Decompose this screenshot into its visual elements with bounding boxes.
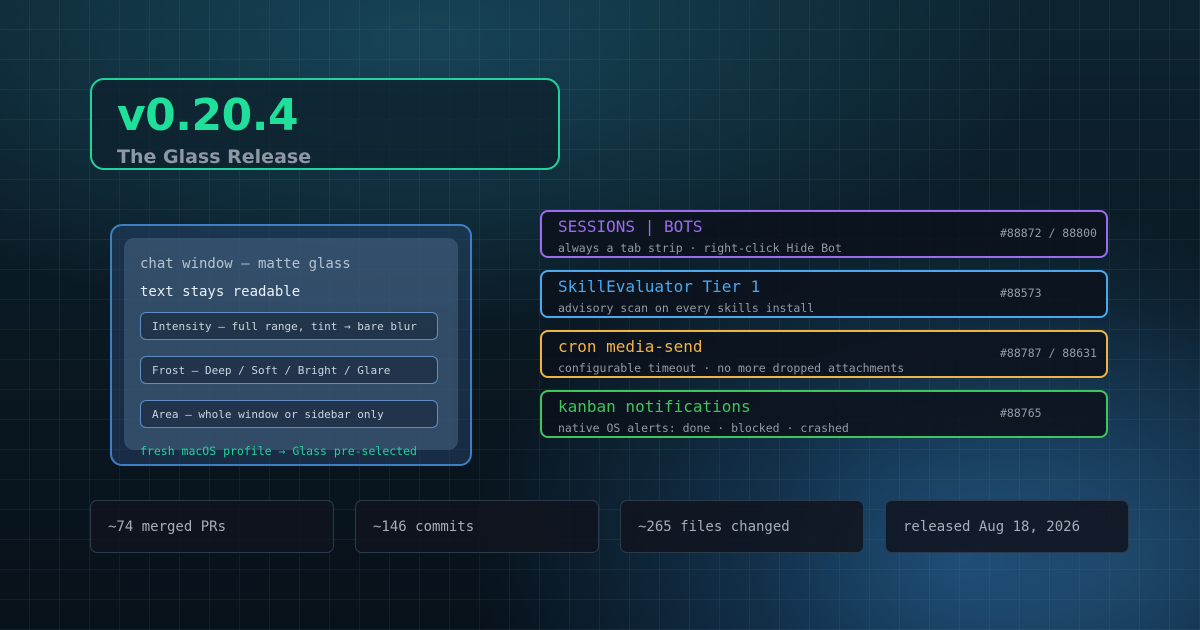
feature-title: cron media-send: [558, 337, 703, 356]
option-frost[interactable]: Frost — Deep / Soft / Bright / Glare: [140, 356, 438, 384]
option-area[interactable]: Area — whole window or sidebar only: [140, 400, 438, 428]
feature-description: configurable timeout · no more dropped a…: [558, 361, 905, 375]
feature-pr-ref: #88872 / 88800: [1000, 226, 1097, 240]
chat-window-preview: chat window — matte glass text stays rea…: [124, 238, 458, 450]
version-card: v0.20.4 The Glass Release: [90, 78, 560, 170]
option-intensity[interactable]: Intensity — full range, tint → bare blur: [140, 312, 438, 340]
feature-pr-ref: #88765: [1000, 406, 1042, 420]
preview-subtitle: text stays readable: [140, 284, 301, 300]
stat-commits: ~146 commits: [355, 500, 599, 553]
feature-card-kanban: kanban notifications native OS alerts: d…: [540, 390, 1108, 438]
feature-description: always a tab strip · right-click Hide Bo…: [558, 241, 842, 255]
preview-title: chat window — matte glass: [140, 256, 351, 272]
feature-description: advisory scan on every skills install: [558, 301, 815, 315]
glass-default-note: fresh macOS profile → Glass pre-selected: [140, 444, 417, 458]
feature-pr-ref: #88573: [1000, 286, 1042, 300]
feature-title: SkillEvaluator Tier 1: [558, 277, 761, 296]
version-number: v0.20.4: [117, 90, 299, 141]
feature-card-sessions: SESSIONS | BOTS always a tab strip · rig…: [540, 210, 1108, 258]
feature-title: kanban notifications: [558, 397, 751, 416]
feature-card-skillevaluator: SkillEvaluator Tier 1 advisory scan on e…: [540, 270, 1108, 318]
glass-preview-panel: chat window — matte glass text stays rea…: [110, 224, 472, 466]
stat-merged-prs: ~74 merged PRs: [90, 500, 334, 553]
feature-title: SESSIONS | BOTS: [558, 217, 703, 236]
stat-release-date: released Aug 18, 2026: [885, 500, 1129, 553]
feature-pr-ref: #88787 / 88631: [1000, 346, 1097, 360]
feature-card-cron: cron media-send configurable timeout · n…: [540, 330, 1108, 378]
release-name: The Glass Release: [117, 146, 312, 168]
feature-description: native OS alerts: done · blocked · crash…: [558, 421, 849, 435]
stat-files-changed: ~265 files changed: [620, 500, 864, 553]
